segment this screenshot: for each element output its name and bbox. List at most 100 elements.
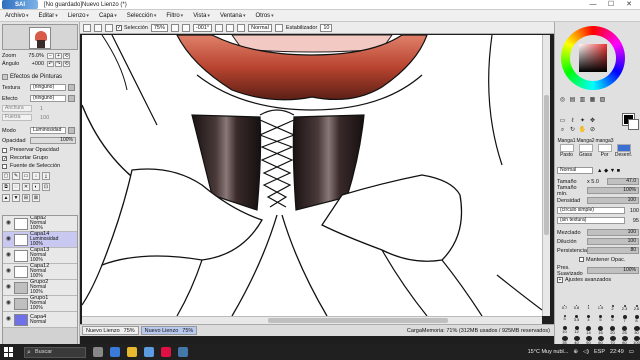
clear-layer-icon[interactable]: ◌ — [12, 183, 20, 191]
minimize-button[interactable]: — — [584, 0, 602, 10]
density-slider[interactable]: 100 — [587, 197, 639, 204]
layer-item[interactable]: ◉ Capa4 Normal — [3, 312, 77, 328]
magic-wand-icon[interactable]: ✦ — [578, 117, 587, 125]
new-window-icon[interactable] — [83, 23, 91, 32]
brush-size-preset[interactable]: 1.5 — [595, 305, 606, 314]
dilution-slider[interactable]: 100 — [587, 238, 639, 245]
brush-shape-select[interactable]: (círculo simple) — [557, 207, 625, 214]
horizontal-scroll-thumb[interactable] — [268, 318, 448, 323]
horizontal-scrollbar[interactable] — [82, 316, 542, 324]
zoom-out-button[interactable]: − — [47, 53, 54, 59]
merge-down-icon[interactable]: ⤓ — [42, 172, 50, 180]
new-layer-icon[interactable]: ▢ — [2, 172, 10, 180]
blend-mode-select[interactable]: Normal — [248, 23, 272, 32]
zoom-value[interactable]: 75.0% — [22, 53, 44, 59]
eye-icon[interactable]: ◉ — [5, 300, 12, 307]
volume-icon[interactable]: ◁) — [583, 349, 589, 355]
layer-folder[interactable]: ◉ Grupo1 Normal 100% — [3, 295, 77, 312]
app-icon[interactable] — [161, 347, 171, 357]
layer-mask-icon[interactable]: ◐ — [32, 183, 40, 191]
menu-filtro[interactable]: Filtro ▾ — [161, 13, 188, 19]
layer-item-selected[interactable]: ◉ Capa14 Luminosidad 100% — [3, 231, 77, 248]
width-slider[interactable]: Anchura — [2, 105, 32, 112]
store-icon[interactable] — [144, 347, 154, 357]
lock-all-icon[interactable]: ⊠ — [32, 194, 40, 202]
effect-select[interactable]: (ninguno) — [30, 95, 66, 102]
keep-opacity-checkbox[interactable] — [579, 257, 584, 262]
angle-value[interactable]: +000 — [22, 61, 44, 67]
eye-icon[interactable]: ◉ — [5, 252, 12, 259]
sai-taskbar-icon[interactable] — [178, 347, 188, 357]
brush-size-preset[interactable]: 12 — [571, 325, 582, 335]
eye-icon[interactable]: ◉ — [5, 268, 12, 275]
rotation-input[interactable]: -001° — [192, 23, 213, 32]
background-color[interactable] — [628, 119, 639, 130]
layer-mode-select[interactable]: Luminosidad — [30, 127, 66, 134]
swatches-icon[interactable]: ▦ — [588, 96, 597, 104]
windows-start-icon[interactable] — [4, 347, 18, 357]
layer-item[interactable]: ◉ Capa13 Normal 100% — [3, 247, 77, 264]
effects-header[interactable]: Efectos de Pinturas — [2, 73, 78, 81]
layer-mode-button[interactable] — [68, 127, 75, 134]
notifications-icon[interactable]: ▭ — [629, 349, 634, 355]
layer-folder[interactable]: ◉ Grupo2 Normal 100% — [3, 279, 77, 296]
rotate-reset-button[interactable]: ⟲ — [63, 61, 70, 67]
layer-lock-icon[interactable]: ⊡ — [42, 183, 50, 191]
file-explorer-icon[interactable] — [127, 347, 137, 357]
close-button[interactable]: ✕ — [620, 0, 638, 10]
maximize-button[interactable]: ☐ — [602, 0, 620, 10]
move-tool-icon[interactable]: ✥ — [588, 117, 597, 125]
new-folder-icon[interactable]: ▭ — [22, 172, 30, 180]
eye-icon[interactable]: ◉ — [5, 316, 12, 323]
rotate-left-icon[interactable] — [215, 23, 224, 32]
brush-tip-shapes[interactable]: ▲ ◆ ▼ ■ — [597, 168, 620, 174]
copy-layer-icon[interactable]: ⧉ — [2, 183, 10, 191]
color-wheel[interactable] — [561, 26, 625, 90]
rotate-right-icon[interactable] — [226, 23, 235, 32]
blending-slider[interactable]: 100 — [587, 229, 639, 236]
strength-slider[interactable]: Fuerza — [2, 114, 32, 121]
flip-icon[interactable] — [237, 23, 246, 32]
persistence-slider[interactable]: 80 — [587, 247, 639, 254]
color-swatches[interactable] — [622, 113, 639, 130]
brush-size-preset[interactable]: 1 — [583, 305, 594, 314]
transfer-down-icon[interactable]: ↓ — [32, 172, 40, 180]
brush-size-preset[interactable]: 2.3 — [619, 305, 630, 314]
effect-options-button[interactable] — [68, 95, 75, 102]
menu-ventana[interactable]: Ventana ▾ — [215, 13, 251, 19]
clock[interactable]: 22:49 — [610, 349, 624, 355]
brush-texture-select[interactable]: (sin textura) — [557, 217, 625, 224]
hsv-slider-icon[interactable]: ▥ — [578, 96, 587, 104]
scratchpad-icon[interactable]: ▧ — [598, 96, 607, 104]
navigator-preview[interactable] — [2, 24, 78, 50]
clip-group-check[interactable]: ✓ Recortar Grupo — [2, 154, 78, 162]
brush-size-preset[interactable]: 0.8 — [571, 305, 582, 314]
zoom-in-icon[interactable] — [181, 23, 190, 32]
network-icon[interactable]: ⊕ — [573, 349, 578, 355]
lasso-tool-icon[interactable]: ℓ — [568, 117, 577, 125]
brush-size-preset[interactable]: 3 — [559, 315, 570, 324]
zoom-input[interactable]: 75% — [150, 23, 168, 32]
brush-tab[interactable]: Manga2 Grass — [576, 138, 594, 160]
brush-tab[interactable]: Manga1 Pasto — [557, 138, 575, 160]
zoom-reset-button[interactable]: ⟲ — [63, 53, 70, 59]
min-size-slider[interactable]: 100% — [587, 187, 639, 194]
drawing-canvas[interactable] — [82, 35, 542, 316]
preserve-opacity-check[interactable]: Preservar Opacidad — [2, 146, 78, 154]
brush-size-preset[interactable]: 4 — [583, 315, 594, 324]
eye-icon[interactable]: ◉ — [5, 236, 12, 243]
new-linework-layer-icon[interactable]: ✎ — [12, 172, 20, 180]
brush-size-preset[interactable]: 0.7 — [559, 305, 570, 314]
brush-size-preset[interactable]: 20 — [607, 325, 618, 335]
deselect-icon[interactable] — [105, 23, 113, 32]
brush-size-preset[interactable]: 7 — [619, 315, 630, 324]
keep-opacity-row[interactable]: Mantener Opac. — [557, 255, 639, 264]
rgb-slider-icon[interactable]: ▤ — [568, 96, 577, 104]
layer-opacity-slider[interactable]: 100% — [30, 137, 76, 144]
texture-select[interactable]: (ninguno) — [30, 84, 66, 91]
task-view-icon[interactable] — [93, 347, 103, 357]
rotate-right-button[interactable]: ↷ — [55, 61, 62, 67]
move-down-icon[interactable]: ▼ — [12, 194, 20, 202]
selection-source-check[interactable]: Fuente de Selección — [2, 162, 78, 170]
vertical-scrollbar[interactable] — [542, 35, 550, 316]
